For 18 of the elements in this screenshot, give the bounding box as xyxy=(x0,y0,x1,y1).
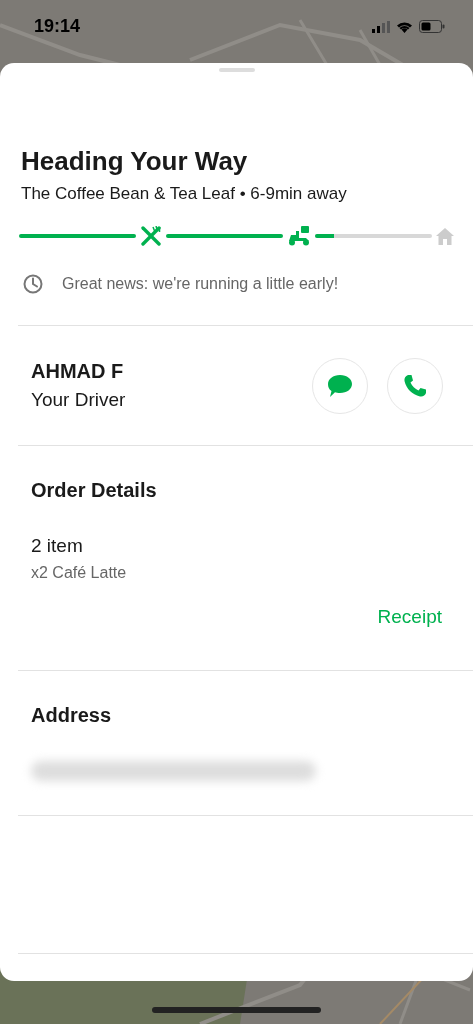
battery-icon xyxy=(419,20,445,33)
receipt-link[interactable]: Receipt xyxy=(377,606,442,628)
chat-bubble-icon xyxy=(327,373,353,398)
status-time: 19:14 xyxy=(34,16,81,37)
section-heading: Order Details xyxy=(31,478,158,502)
order-item: x2 Café Latte xyxy=(31,564,128,582)
subtitle: The Coffee Bean & Tea Leaf • 6-9min away xyxy=(21,183,348,205)
clock-icon xyxy=(23,274,43,294)
signal-icon xyxy=(372,20,390,33)
driver-role: Your Driver xyxy=(31,389,127,411)
notice-text: Great news: we're running a little early! xyxy=(62,275,339,293)
phone-icon xyxy=(403,373,427,398)
drag-handle[interactable] xyxy=(218,68,255,72)
driver-name: AHMAD F xyxy=(31,360,125,383)
section-heading: Address xyxy=(31,703,113,727)
item-count: 2 item xyxy=(31,535,84,557)
title: Heading Your Way xyxy=(21,145,249,177)
wifi-icon xyxy=(396,20,413,33)
